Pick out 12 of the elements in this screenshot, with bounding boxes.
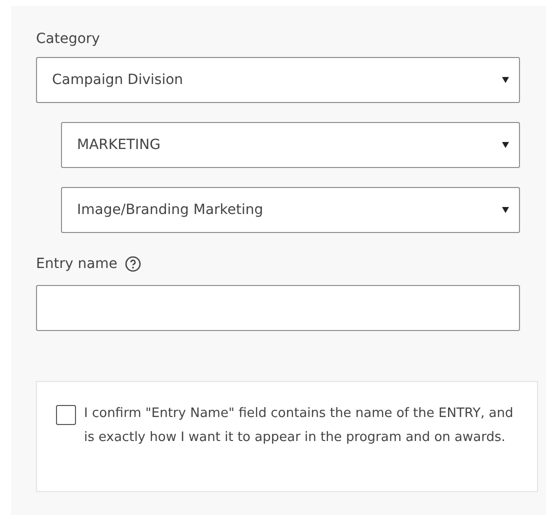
entry-name-field[interactable]: [36, 285, 520, 331]
field-label: Category: [36, 30, 101, 48]
caret-icon: [502, 207, 509, 213]
dropdown-select[interactable]: Campaign Division: [36, 57, 520, 103]
dropdown-select[interactable]: Image/Branding Marketing: [61, 187, 520, 233]
field-label: Entry name: [36, 255, 118, 273]
checkbox[interactable]: [56, 405, 76, 425]
caret-icon: [502, 77, 509, 83]
confirm-text: I confirm "Entry Name" field contains the name of the ENTRY, and is exactly how I want it to appear in the program and on awards.: [84, 405, 514, 447]
caret-icon: [502, 142, 509, 148]
help-icon[interactable]: [125, 256, 142, 272]
dropdown-select[interactable]: MARKETING: [61, 122, 520, 168]
